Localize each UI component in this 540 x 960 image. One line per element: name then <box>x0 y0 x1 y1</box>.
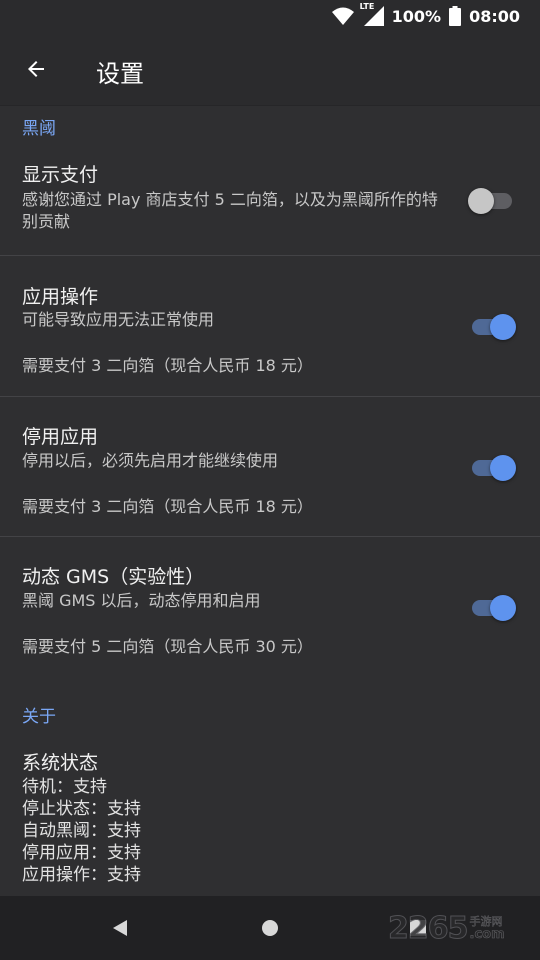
nav-back-button[interactable] <box>106 914 134 942</box>
nav-home-icon <box>262 920 278 936</box>
wifi-icon <box>331 7 354 25</box>
setting-title: 动态 GMS（实验性） <box>22 566 205 588</box>
setting-dynamic-gms[interactable]: 动态 GMS（实验性） 黑阈 GMS 以后，动态停用和启用 需要支付 5 二向箔… <box>0 537 540 677</box>
nav-home-button[interactable] <box>256 914 284 942</box>
show-payment-toggle[interactable] <box>468 188 514 214</box>
settings-list[interactable]: 黑阈 显示支付 感谢您通过 Play 商店支付 5 二向箔，以及为黑阈所作的特别… <box>0 106 540 896</box>
setting-price: 需要支付 5 二向箔（现合人民币 30 元） <box>22 637 313 656</box>
toggle-thumb <box>468 188 494 214</box>
setting-price: 需要支付 3 二向箔（现合人民币 18 元） <box>22 356 313 375</box>
back-button[interactable] <box>18 52 54 86</box>
toggle-thumb <box>490 314 516 340</box>
setting-show-payment[interactable]: 显示支付 感谢您通过 Play 商店支付 5 二向箔，以及为黑阈所作的特别贡献 <box>0 152 540 255</box>
app-ops-toggle[interactable] <box>472 314 516 340</box>
watermark-logo: 2265 手游网 .com <box>388 908 538 948</box>
section-header-black-gate: 黑阈 <box>22 119 56 139</box>
setting-title: 应用操作 <box>22 286 99 308</box>
setting-disable-apps[interactable]: 停用应用 停用以后，必须先启用才能继续使用 需要支付 3 二向箔（现合人民币 1… <box>0 397 540 537</box>
status-bar: LTE 100% 08:00 <box>0 0 540 32</box>
watermark-domain: .com <box>469 927 505 942</box>
section-header-about: 关于 <box>22 707 56 727</box>
setting-summary: 黑阈 GMS 以后，动态停用和启用 <box>22 591 261 610</box>
system-status-line: 待机：支持 <box>22 777 107 797</box>
system-status-line: 停用应用：支持 <box>22 843 141 863</box>
system-status-title: 系统状态 <box>22 752 99 774</box>
toggle-thumb <box>490 595 516 621</box>
cell-signal-icon: LTE <box>360 2 384 26</box>
clock: 08:00 <box>469 6 520 26</box>
toggle-thumb <box>490 455 516 481</box>
lte-label: LTE <box>359 2 375 11</box>
disable-apps-toggle[interactable] <box>472 455 516 481</box>
battery-icon <box>449 6 462 26</box>
system-status-line: 应用操作：支持 <box>22 865 141 885</box>
setting-title: 停用应用 <box>22 426 99 448</box>
setting-summary: 感谢您通过 Play 商店支付 5 二向箔，以及为黑阈所作的特别贡献 <box>22 190 438 231</box>
dynamic-gms-toggle[interactable] <box>472 595 516 621</box>
setting-summary: 停用以后，必须先启用才能继续使用 <box>22 451 279 470</box>
nav-back-icon <box>113 920 127 936</box>
arrow-back-icon <box>28 61 44 77</box>
page-title: 设置 <box>96 60 144 88</box>
setting-summary: 可能导致应用无法正常使用 <box>22 310 215 329</box>
battery-percent: 100% <box>391 6 442 26</box>
system-status-list: 待机：支持 停止状态：支持 自动黑阈：支持 停用应用：支持 应用操作：支持 <box>22 776 141 886</box>
setting-app-ops[interactable]: 应用操作 可能导致应用无法正常使用 需要支付 3 二向箔（现合人民币 18 元） <box>0 256 540 396</box>
setting-price: 需要支付 3 二向箔（现合人民币 18 元） <box>22 497 313 516</box>
setting-title: 显示支付 <box>22 164 99 186</box>
navigation-bar: 2265 手游网 .com <box>0 896 540 960</box>
system-status-line: 自动黑阈：支持 <box>22 821 141 841</box>
status-icons: LTE 100% 08:00 <box>331 2 520 28</box>
app-bar: 设置 <box>0 32 540 106</box>
system-status-line: 停止状态：支持 <box>22 799 141 819</box>
watermark-number: 2265 <box>388 910 469 946</box>
